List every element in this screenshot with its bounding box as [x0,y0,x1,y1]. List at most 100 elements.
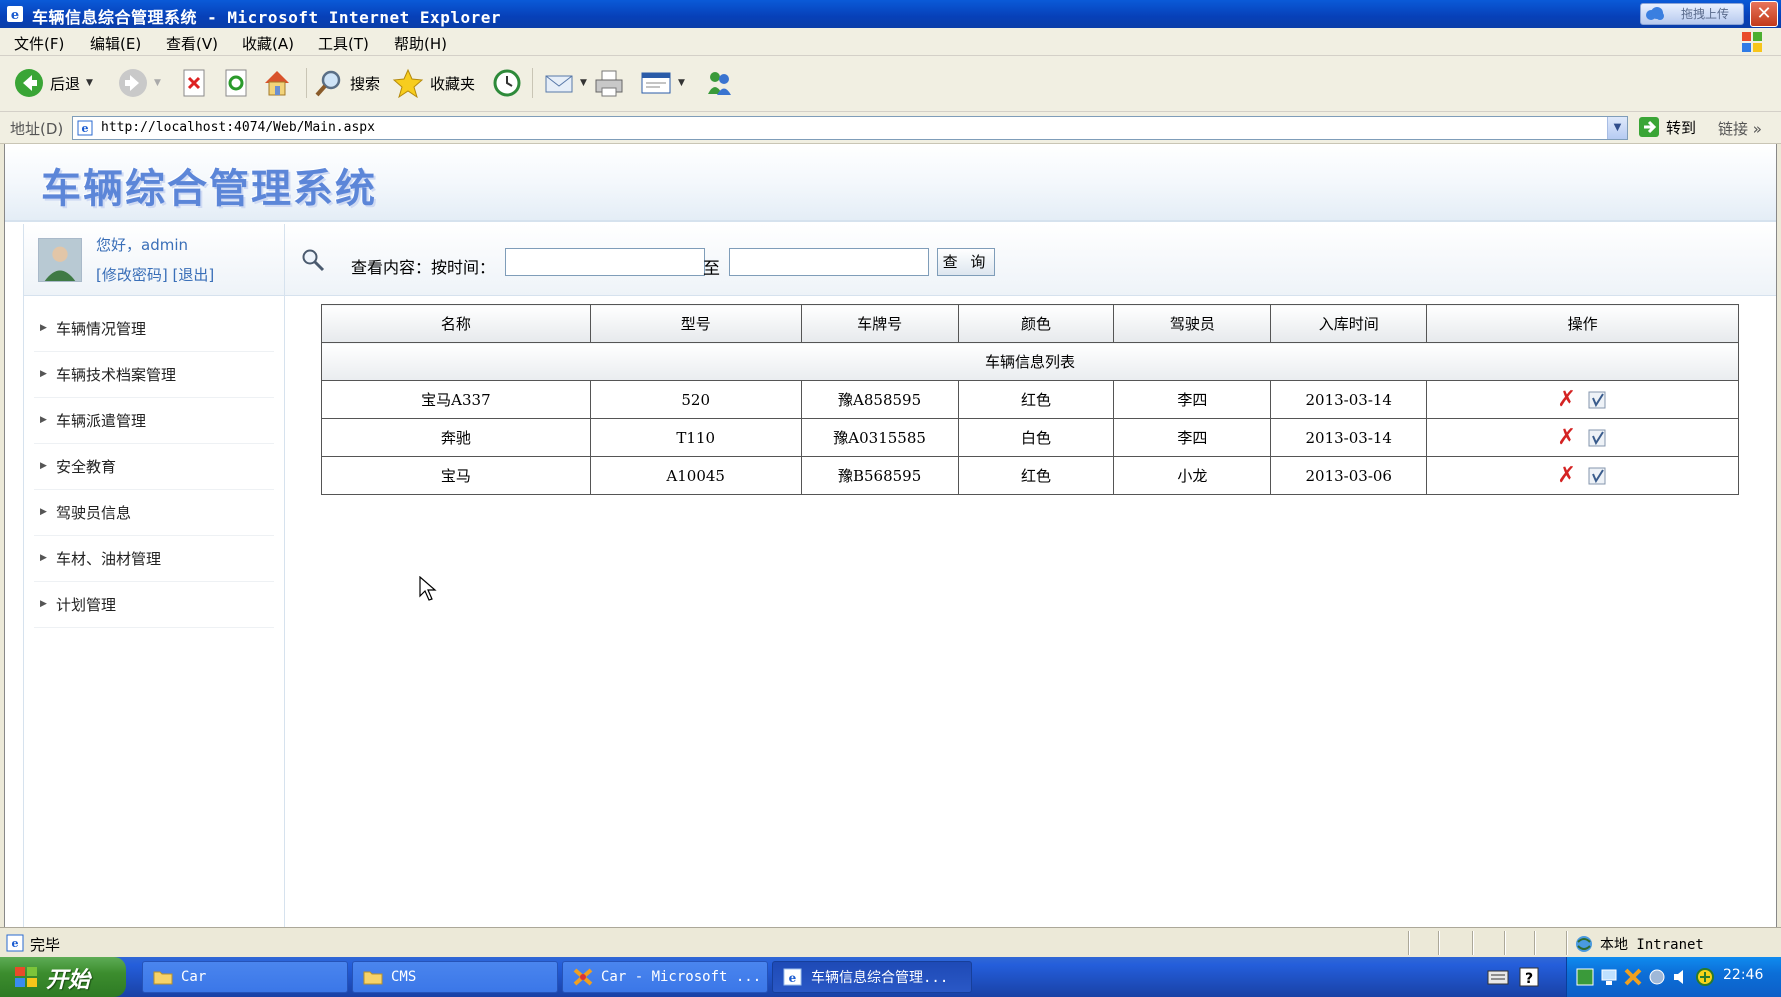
sidebar-item-label: 车材、油材管理 [56,550,162,568]
links-toolbar[interactable]: 链接 » [1718,118,1762,139]
taskbar-item-ie-window[interactable]: e 车辆信息综合管理... [772,961,972,993]
cell-plate: 豫A0315585 [800,418,959,457]
volume-tray-icon[interactable] [1671,967,1691,987]
edit-page-button[interactable]: ▼ [640,66,685,100]
chevron-down-icon[interactable]: ▼ [154,78,161,88]
date-from-input[interactable] [505,248,705,276]
address-url: http://localhost:4074/Web/Main.aspx [101,120,375,135]
address-dropdown-icon[interactable]: ▼ [1607,117,1627,139]
sidebar-item-drivers[interactable]: ▶ 驾驶员信息 [34,490,274,536]
svg-text:e: e [12,937,19,950]
svg-text:?: ? [1525,971,1533,987]
edit-icon[interactable] [1588,428,1608,448]
print-button[interactable] [594,66,624,100]
system-tray: 22:46 [1566,957,1781,997]
chevron-down-icon[interactable]: ▼ [678,78,685,88]
refresh-button[interactable] [224,66,250,100]
stop-icon [183,69,205,97]
mouse-cursor-icon [419,576,437,601]
taskbar-item-visual-studio[interactable]: Car - Microsoft ... [562,961,768,993]
task-label: Car - Microsoft ... [601,969,762,985]
favorites-button[interactable]: 收藏夹 [392,66,475,100]
back-button[interactable]: 后退 ▼ [14,66,93,100]
clock: 22:46 [1723,967,1764,983]
page-done-icon: e [6,934,24,952]
cell-model: A10045 [589,456,802,495]
user-greeting: 您好，admin [96,236,188,254]
forward-arrow-icon [119,69,147,97]
browser-toolbar: 后退 ▼ ▼ 搜索 收藏夹 ▼ ▼ [0,56,1781,112]
search-button[interactable]: 搜索 [314,66,380,100]
triangle-right-icon: ▶ [40,323,47,333]
window-title: 车辆信息综合管理系统 - Microsoft Internet Explorer [32,8,501,27]
column-header: 名称 [321,304,591,343]
delete-icon[interactable]: ✗ [1557,464,1575,486]
taskbar-item-car-folder[interactable]: Car [142,961,348,993]
user-links[interactable]: [修改密码] [退出] [96,264,214,285]
query-button[interactable]: 查 询 [937,248,995,276]
avatar [38,238,82,282]
sidebar-item-safety[interactable]: ▶ 安全教育 [34,444,274,490]
delete-icon[interactable]: ✗ [1557,426,1575,448]
favorites-label: 收藏夹 [430,74,476,93]
triangle-right-icon: ▶ [40,553,47,563]
home-button[interactable] [262,66,292,100]
column-header: 车牌号 [800,304,959,343]
intranet-icon [1576,936,1592,952]
triangle-right-icon: ▶ [40,369,47,379]
delete-icon[interactable]: ✗ [1557,388,1575,410]
go-button[interactable]: 转到 [1638,116,1696,138]
cell-actions: ✗ [1426,418,1739,457]
close-window-button[interactable]: ✕ [1750,1,1778,27]
taskbar-item-cms-folder[interactable]: CMS [352,961,558,993]
back-label: 后退 [50,74,81,93]
security-tray-icon[interactable] [1575,967,1595,987]
task-label: Car [181,969,207,985]
menu-file[interactable]: 文件(F) [14,33,64,54]
history-button[interactable] [492,66,522,100]
sidebar-item-dispatch[interactable]: ▶ 车辆派遣管理 [34,398,274,444]
refresh-icon [225,69,247,97]
table-caption: 车辆信息列表 [321,342,1739,381]
menu-favorites[interactable]: 收藏(A) [242,33,294,54]
update-tray-icon[interactable] [1695,967,1715,987]
menu-tools[interactable]: 工具(T) [318,33,369,54]
mail-button[interactable]: ▼ [544,66,587,100]
table-row: 宝马 A10045 豫B568595 红色 小龙 2013-03-06 ✗ [321,456,1739,495]
printer-icon [595,70,623,97]
status-bar: e 完毕 本地 Intranet [0,927,1781,957]
sidebar-item-label: 驾驶员信息 [56,504,132,522]
sidebar-item-label: 车辆情况管理 [56,320,147,338]
start-button[interactable]: 开始 [0,957,126,997]
chevron-down-icon[interactable]: ▼ [580,78,587,88]
app-tray-icon[interactable] [1623,967,1643,987]
sidebar-item-vehicle-status[interactable]: ▶ 车辆情况管理 [34,306,274,352]
task-label: 车辆信息综合管理... [811,970,949,986]
edit-icon[interactable] [1588,466,1608,486]
address-input[interactable]: e http://localhost:4074/Web/Main.aspx ▼ [72,116,1628,140]
chevron-down-icon[interactable]: ▼ [86,78,93,88]
sidebar-item-materials[interactable]: ▶ 车材、油材管理 [34,536,274,582]
folder-icon [153,971,173,985]
search-icon [302,249,325,272]
forward-button[interactable]: ▼ [118,66,161,100]
sidebar-item-plans[interactable]: ▶ 计划管理 [34,582,274,628]
keyboard-help-icon[interactable]: ? [1486,965,1542,989]
menu-help[interactable]: 帮助(H) [394,33,447,54]
sound-tray-icon[interactable] [1647,967,1667,987]
sidebar-item-tech-archive[interactable]: ▶ 车辆技术档案管理 [34,352,274,398]
sidebar-item-label: 安全教育 [56,458,117,476]
date-to-input[interactable] [729,248,929,276]
home-icon [265,71,289,96]
messenger-icon [708,72,731,95]
stop-button[interactable] [182,66,208,100]
edit-icon[interactable] [1588,390,1608,410]
visual-studio-icon [573,968,593,986]
messenger-button[interactable] [704,66,734,100]
page-icon: e [77,120,93,136]
menu-view[interactable]: 查看(V) [166,33,218,54]
cell-name: 宝马A337 [321,380,591,419]
cell-driver: 李四 [1113,380,1272,419]
menu-edit[interactable]: 编辑(E) [90,33,141,54]
network-tray-icon[interactable] [1599,967,1619,987]
